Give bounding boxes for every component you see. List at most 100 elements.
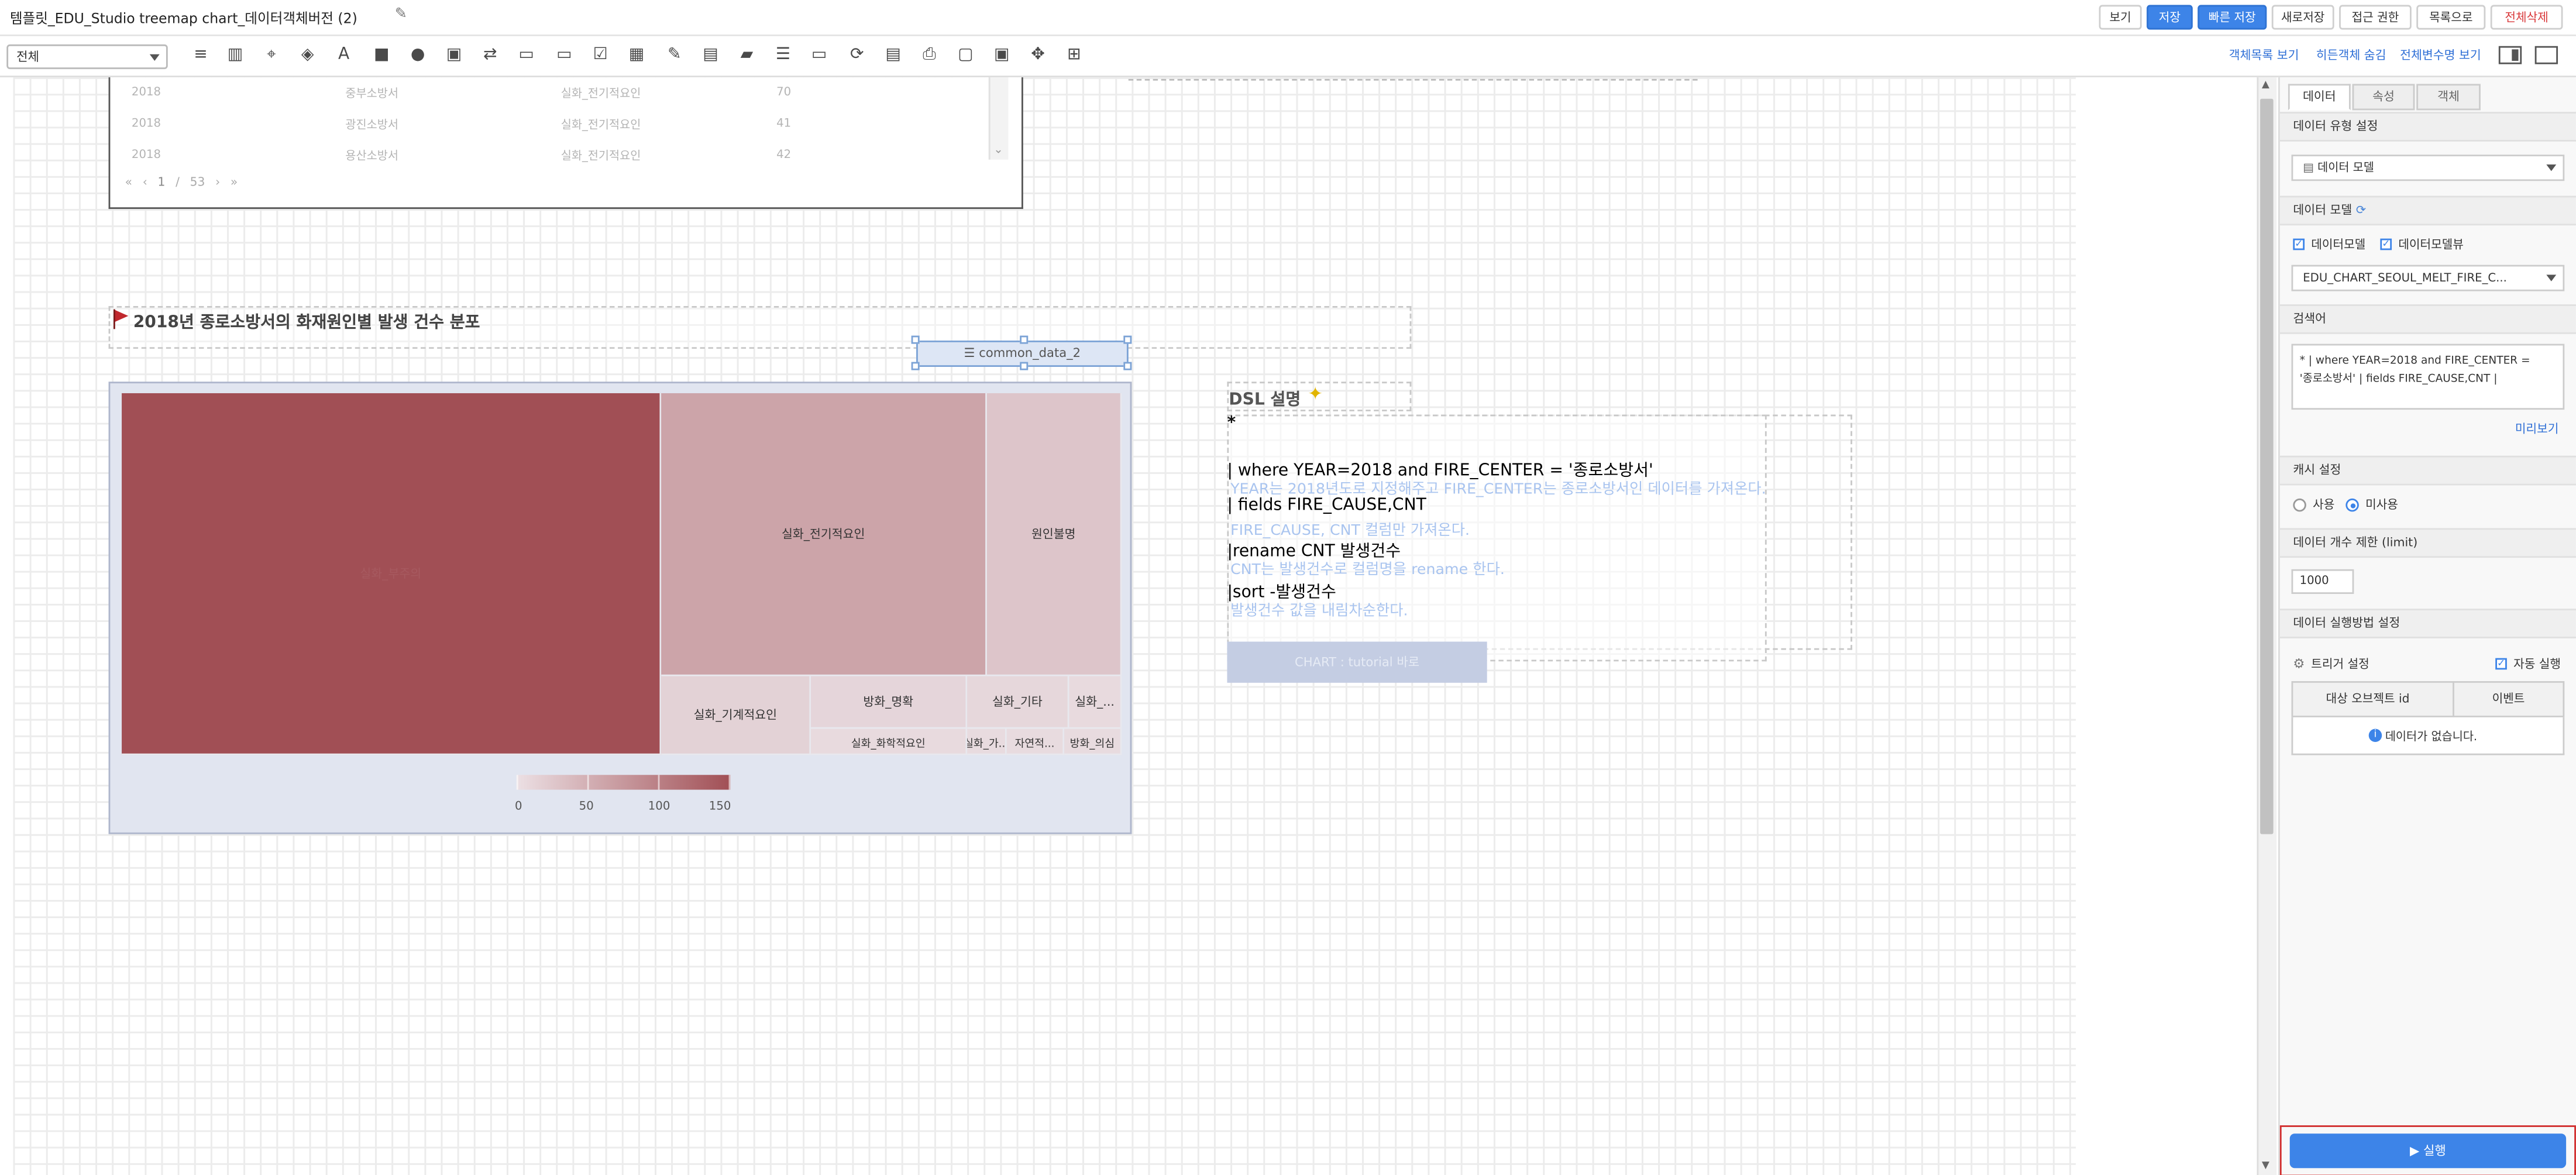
treemap-cell[interactable]: 실화_전기적요인 bbox=[661, 393, 987, 676]
resize-handle[interactable] bbox=[911, 335, 920, 344]
save-button[interactable]: 저장 bbox=[2147, 5, 2193, 30]
circle-icon[interactable]: ● bbox=[408, 46, 428, 66]
limit-input[interactable]: 1000 bbox=[2291, 569, 2354, 594]
map2-icon[interactable]: ◈ bbox=[298, 46, 318, 66]
delete-all-button[interactable]: 전체삭제 bbox=[2490, 5, 2563, 30]
tag-icon[interactable]: ▭ bbox=[809, 46, 829, 66]
rect-icon[interactable]: ■ bbox=[372, 46, 391, 66]
link-icon[interactable]: ⇄ bbox=[480, 46, 500, 66]
treemap-cell[interactable]: 실화_가... bbox=[967, 729, 1007, 755]
table-row: 2018 bbox=[131, 85, 161, 99]
hidden-object-link[interactable]: 히든객체 숨김 bbox=[2316, 48, 2386, 64]
edit-icon[interactable]: ✎ bbox=[395, 6, 407, 23]
tab-properties[interactable]: 속성 bbox=[2352, 84, 2415, 111]
treemap-cell[interactable]: 자연적... bbox=[1006, 729, 1065, 755]
col-event: 이벤트 bbox=[2492, 690, 2525, 706]
quick-save-button[interactable]: 빠른 저장 bbox=[2197, 5, 2267, 30]
cache-section: 캐시 설정 bbox=[2279, 455, 2576, 486]
treemap-cell[interactable]: 방화_명확 bbox=[811, 676, 968, 729]
treemap-cell[interactable]: 원인불명 bbox=[986, 393, 1122, 676]
resize-handle[interactable] bbox=[911, 362, 920, 370]
save-as-button[interactable]: 새로저장 bbox=[2271, 5, 2334, 30]
highlight-frame bbox=[2279, 1125, 2576, 1175]
chevron-down-icon[interactable]: ⌄ bbox=[993, 143, 1003, 156]
text-icon[interactable]: A bbox=[334, 46, 354, 66]
layers-icon[interactable]: ≡ bbox=[191, 46, 211, 66]
db-edit-icon[interactable]: ▤ bbox=[883, 46, 903, 66]
limit-section: 데이터 개수 제한 (limit) bbox=[2279, 528, 2576, 558]
trigger-label: 트리거 설정 bbox=[2311, 656, 2369, 672]
data-type-select[interactable]: ▤ 데이터 모델 bbox=[2291, 154, 2565, 181]
folder-icon[interactable]: ▰ bbox=[737, 46, 757, 66]
variable-name-link[interactable]: 전체변수명 보기 bbox=[2400, 48, 2481, 64]
data-model-select[interactable]: EDU_CHART_SEOUL_MELT_FIRE_C... bbox=[2291, 264, 2565, 291]
scroll-down-icon[interactable]: ▼ bbox=[2262, 1160, 2269, 1171]
resize-handle[interactable] bbox=[1020, 362, 1029, 370]
chart-icon[interactable]: ▤ bbox=[701, 46, 721, 66]
dsl-note: CNT는 발생건수로 컬럼명을 rename 한다. bbox=[1230, 562, 1505, 579]
sparkle-icon: ✦ bbox=[1308, 383, 1323, 405]
access-button[interactable]: 접근 권한 bbox=[2339, 5, 2412, 30]
input-icon[interactable]: ▭ bbox=[517, 46, 536, 66]
resize-handle[interactable] bbox=[1020, 335, 1029, 344]
to-list-button[interactable]: 목록으로 bbox=[2416, 5, 2486, 30]
layout-full-icon[interactable] bbox=[2534, 46, 2558, 64]
tab-data[interactable]: 데이터 bbox=[2288, 84, 2351, 111]
object-list-link[interactable]: 객체목록 보기 bbox=[2229, 48, 2299, 64]
refresh-icon[interactable]: ⟳ bbox=[847, 46, 867, 66]
preview-link[interactable]: 미리보기 bbox=[2515, 421, 2558, 438]
treemap-cell[interactable]: 실화_화학적요인 bbox=[811, 729, 968, 755]
frame-icon[interactable]: ▢ bbox=[956, 46, 976, 66]
treemap-chart[interactable]: 실화_부주의 실화_전기적요인 원인불명실화_기계적요인 방화_명확 실화_기타 실화_.… bbox=[108, 382, 1132, 834]
move-icon[interactable]: ✥ bbox=[1028, 46, 1048, 66]
cache-nouse-radio[interactable] bbox=[2345, 498, 2359, 512]
plus-folder-icon[interactable]: ⊞ bbox=[1064, 46, 1084, 66]
button-icon[interactable]: ▭ bbox=[555, 46, 575, 66]
table-cell: 42 bbox=[776, 148, 792, 162]
list-icon[interactable]: ☰ bbox=[773, 46, 793, 66]
data-model-view-checkbox[interactable]: ✓ bbox=[2380, 238, 2392, 250]
calendar-icon[interactable]: ▦ bbox=[627, 46, 646, 66]
scroll-up-icon[interactable]: ▲ bbox=[2262, 79, 2269, 91]
dsl-line: | fields FIRE_CAUSE,CNT bbox=[1227, 497, 1426, 516]
dsl-note: 발생건수 값을 내림차순한다. bbox=[1230, 603, 1408, 620]
treemap-cell[interactable]: 실화_기계적요인 bbox=[661, 676, 811, 755]
flag-pole bbox=[114, 309, 115, 329]
cache-use-radio[interactable] bbox=[2293, 498, 2306, 512]
scrollbar-thumb[interactable] bbox=[2260, 98, 2274, 834]
dsl-title: DSL 설명 bbox=[1229, 391, 1301, 410]
window-icon[interactable]: ▣ bbox=[992, 46, 1012, 66]
object-filter-select[interactable]: 전체 bbox=[6, 44, 168, 70]
tab-objects[interactable]: 객체 bbox=[2416, 84, 2481, 111]
image-icon[interactable]: ▣ bbox=[444, 46, 464, 66]
cache-nouse-label: 미사용 bbox=[2365, 497, 2398, 512]
resize-handle[interactable] bbox=[1123, 335, 1132, 344]
data-model-label: 데이터모델 bbox=[2311, 236, 2366, 252]
data-model-checkbox[interactable]: ✓ bbox=[2293, 238, 2305, 250]
tutorial-button[interactable]: CHART : tutorial 바로 bbox=[1227, 641, 1487, 683]
resize-handle[interactable] bbox=[1123, 362, 1132, 370]
edit-icon[interactable]: ✎ bbox=[665, 46, 685, 66]
auto-run-checkbox[interactable]: ✓ bbox=[2495, 658, 2507, 670]
query-textarea[interactable]: * | where YEAR=2018 and FIRE_CENTER = '종… bbox=[2291, 343, 2565, 410]
treemap-cell[interactable]: 방화_의심 bbox=[1064, 729, 1122, 755]
print-icon[interactable]: ⎙ bbox=[920, 46, 940, 66]
view-button[interactable]: 보기 bbox=[2099, 5, 2142, 30]
table-cell: 실화_전기적요인 bbox=[560, 87, 641, 101]
gear-icon[interactable]: ⚙ bbox=[2293, 657, 2305, 671]
bar-chart-icon[interactable]: ▥ bbox=[225, 46, 245, 66]
table-cell: 실화_전기적요인 bbox=[560, 149, 641, 163]
auto-run-label: 자동 실행 bbox=[2513, 656, 2561, 672]
scale-tick-label: 50 bbox=[579, 799, 594, 813]
table-cell: 중부소방서 bbox=[345, 87, 398, 101]
layout-split-icon[interactable] bbox=[2498, 46, 2522, 64]
treemap-cell[interactable]: 실화_부주의 bbox=[122, 393, 662, 755]
refresh-icon[interactable]: ⟳ bbox=[2356, 202, 2366, 217]
table-row: 2018 bbox=[131, 116, 161, 130]
checkbox-icon[interactable]: ☑ bbox=[590, 46, 610, 66]
treemap-cell[interactable]: 실화_... bbox=[1069, 676, 1122, 729]
treemap-cell[interactable]: 실화_기타 bbox=[967, 676, 1069, 729]
chart-heading: 2018년 종로소방서의 화재원인별 발생 건수 분포 bbox=[133, 314, 480, 332]
table-pager[interactable]: « ‹ 1 / 53 › » bbox=[125, 174, 238, 189]
map-icon[interactable]: ⌖ bbox=[262, 46, 281, 66]
